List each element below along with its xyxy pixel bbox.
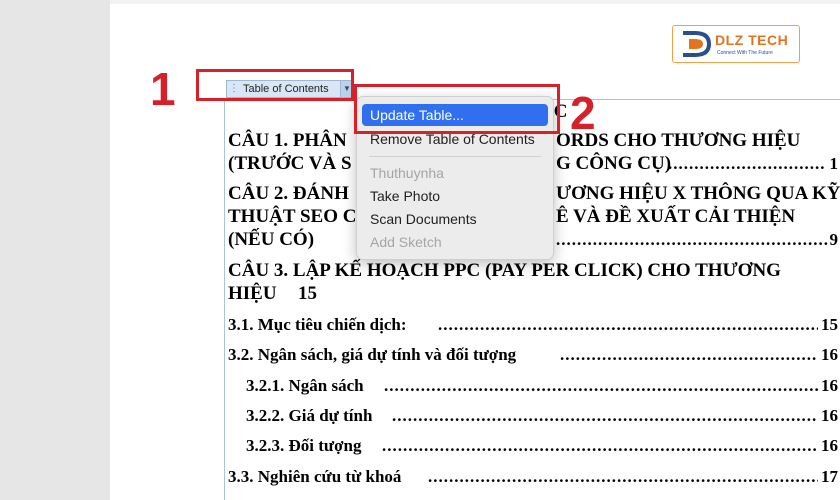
toc-entry-3-page: 15 <box>298 283 317 304</box>
toc-entry-3-1-page: 15 <box>821 315 838 334</box>
toc-entry-3-2-3[interactable]: 3.2.3. Đối tượng <box>246 436 361 456</box>
toc-entry-1-line1[interactable]: CÂU 1. PHÂN <box>228 130 347 152</box>
toc-dot-leader: ........................................… <box>384 376 818 395</box>
toc-entry-2-line2[interactable]: THUẬT SEO C <box>228 206 356 228</box>
left-margin <box>0 0 110 500</box>
toc-dot-leader: ........................................… <box>428 467 818 486</box>
logo-mark-icon <box>683 31 712 57</box>
menu-item-take-photo[interactable]: Take Photo <box>362 185 548 207</box>
menu-separator <box>369 156 541 157</box>
toc-dot-leader: ........................................… <box>438 315 818 334</box>
toc-entry-3-2-1[interactable]: 3.2.1. Ngân sách <box>246 376 364 396</box>
toc-entry-3-2[interactable]: 3.2. Ngân sách, giá dự tính và đối tượng <box>228 345 516 365</box>
toc-dot-leader: ........................................… <box>668 154 826 173</box>
toc-entry-3-line1[interactable]: CÂU 3. LẬP KẾ HOẠCH PPC (PAY PER CLICK) … <box>228 260 781 282</box>
toc-entry-3-2-2-page: 16 <box>821 406 838 425</box>
page-top-edge <box>110 0 840 4</box>
toc-dot-leader: ........................................… <box>556 230 828 249</box>
toc-dot-leader: ........................................… <box>382 436 818 455</box>
toc-entry-3-3-page: 17 <box>821 467 838 486</box>
menu-item-thuthuynha: Thuthuynha <box>370 165 444 181</box>
toc-dot-leader: ........................................… <box>560 345 818 364</box>
menu-item-add-sketch: Add Sketch <box>370 234 442 250</box>
logo-brand-text: DLZ TECH <box>715 32 789 48</box>
toc-entry-2-line1-right: ƯƠNG HIỆU X THÔNG QUA KỸ <box>556 183 840 204</box>
toc-entry-3-2-2[interactable]: 3.2.2. Giá dự tính <box>246 406 372 426</box>
toc-entry-2-line2-right: Ê VÀ ĐỀ XUẤT CẢI THIỆN <box>556 206 796 227</box>
toc-entry-3-2-1-page: 16 <box>821 376 838 395</box>
toc-entry-3-2-page: 16 <box>821 345 838 364</box>
toc-entry-3-3[interactable]: 3.3. Nghiên cứu từ khoá <box>228 467 401 487</box>
toc-entry-3-1[interactable]: 3.1. Mục tiêu chiến dịch: <box>228 315 407 335</box>
toc-entry-1-line2[interactable]: (TRƯỚC VÀ S <box>228 153 352 175</box>
margin-guide <box>224 99 225 500</box>
annotation-box-step-1 <box>196 69 354 101</box>
toc-entry-3-2-3-page: 16 <box>821 436 838 455</box>
toc-entry-2-line1[interactable]: CÂU 2. ĐÁNH <box>228 183 349 205</box>
toc-entry-3-line2[interactable]: HIỆU <box>228 283 277 305</box>
toc-dot-leader: ........................................… <box>392 406 818 425</box>
menu-item-scan-documents[interactable]: Scan Documents <box>362 208 548 230</box>
toc-entry-2-line3[interactable]: (NẾU CÓ) <box>228 229 314 251</box>
annotation-box-step-2 <box>354 84 560 134</box>
toc-entry-2-page: 9 <box>829 230 839 249</box>
annotation-number-2: 2 <box>570 87 596 139</box>
toc-entry-1-page: 1 <box>829 154 839 173</box>
annotation-number-1: 1 <box>150 63 176 115</box>
brand-logo: DLZ TECH Connect With The Future <box>672 25 800 63</box>
logo-tagline: Connect With The Future <box>717 50 773 56</box>
toc-entry-1-line2-right: G CÔNG CỤ) <box>556 153 672 174</box>
